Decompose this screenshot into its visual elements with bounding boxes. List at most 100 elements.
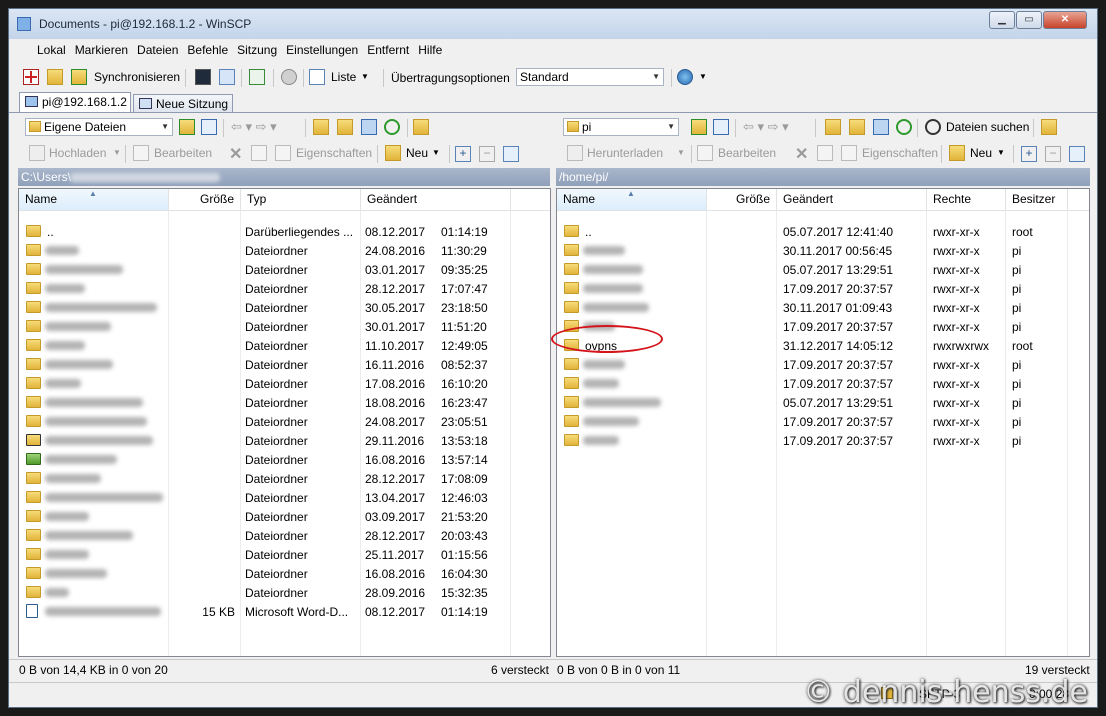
home-icon[interactable]: [873, 119, 889, 135]
select-all-icon[interactable]: +: [1021, 146, 1037, 162]
table-row[interactable]: Dateiordner 16.08.2016 13:57:14: [19, 450, 550, 469]
right-col-rights[interactable]: Rechte: [927, 189, 1006, 211]
table-row[interactable]: Dateiordner 13.04.2017 12:46:03: [19, 488, 550, 507]
table-row[interactable]: 17.09.2017 20:37:57 rwxr-xr-x pi: [557, 412, 1089, 431]
menu-dateien[interactable]: Dateien: [137, 43, 178, 57]
download-icon[interactable]: [567, 145, 583, 161]
parent-directory-icon[interactable]: [825, 119, 841, 135]
table-row[interactable]: 17.09.2017 20:37:57 rwxr-xr-x pi: [557, 374, 1089, 393]
menu-lokal[interactable]: Lokal: [37, 43, 66, 57]
chevron-down-icon[interactable]: ▼: [432, 148, 440, 157]
table-row[interactable]: Dateiordner 16.08.2016 16:04:30: [19, 564, 550, 583]
filter-select-icon[interactable]: [503, 146, 519, 162]
synchronize-browsing-icon[interactable]: [47, 69, 63, 85]
open-directory-icon[interactable]: [179, 119, 195, 135]
menu-hilfe[interactable]: Hilfe: [418, 43, 442, 57]
table-row[interactable]: Dateiordner 28.12.2017 20:03:43: [19, 526, 550, 545]
new-button[interactable]: Neu: [970, 146, 992, 160]
table-row[interactable]: 17.09.2017 20:37:57 rwxr-xr-x pi: [557, 355, 1089, 374]
unselect-icon[interactable]: −: [1045, 146, 1061, 162]
table-row[interactable]: Dateiordner 03.01.2017 09:35:25: [19, 260, 550, 279]
terminal-icon[interactable]: [195, 69, 211, 85]
tree-icon[interactable]: [413, 119, 429, 135]
properties-button[interactable]: Eigenschaften: [296, 146, 372, 160]
table-row[interactable]: 05.07.2017 13:29:51 rwxr-xr-x pi: [557, 260, 1089, 279]
table-row[interactable]: 15 KB Microsoft Word-D... 08.12.2017 01:14:…: [19, 602, 550, 621]
list-view-icon[interactable]: [309, 69, 325, 85]
new-folder-icon[interactable]: [949, 145, 965, 161]
rename-icon[interactable]: [251, 145, 267, 161]
globe-icon[interactable]: [677, 69, 693, 85]
compare-directories-icon[interactable]: [23, 69, 39, 85]
rename-icon[interactable]: [817, 145, 833, 161]
filter-icon[interactable]: [713, 119, 729, 135]
properties-icon[interactable]: [841, 145, 857, 161]
left-path-bar[interactable]: C:\Users\: [18, 168, 550, 186]
table-row[interactable]: Dateiordner 16.11.2016 08:52:37: [19, 355, 550, 374]
refresh-icon[interactable]: [384, 119, 400, 135]
filter-select-icon[interactable]: [1069, 146, 1085, 162]
select-all-icon[interactable]: +: [455, 146, 471, 162]
back-arrow-icon[interactable]: ⇦ ▾ ⇨ ▾: [743, 119, 789, 135]
left-location-select[interactable]: Eigene Dateien ▼: [25, 118, 173, 136]
preferences-gear-icon[interactable]: [281, 69, 297, 85]
synchronize-button[interactable]: Synchronisieren: [94, 70, 180, 84]
find-files-icon[interactable]: [925, 119, 941, 135]
table-row[interactable]: Dateiordner 24.08.2016 11:30:29: [19, 241, 550, 260]
properties-icon[interactable]: [275, 145, 291, 161]
left-col-changed[interactable]: Geändert: [361, 189, 511, 211]
right-path-bar[interactable]: /home/pi/: [556, 168, 1090, 186]
putty-icon[interactable]: [219, 69, 235, 85]
queue-icon[interactable]: [249, 69, 265, 85]
right-col-name[interactable]: Name ▲: [557, 189, 707, 211]
new-button[interactable]: Neu: [406, 146, 428, 160]
table-row[interactable]: Dateiordner 29.11.2016 13:53:18: [19, 431, 550, 450]
chevron-down-icon[interactable]: ▼: [699, 72, 707, 81]
table-row[interactable]: 30.11.2017 01:09:43 rwxr-xr-x pi: [557, 298, 1089, 317]
menu-sitzung[interactable]: Sitzung: [237, 43, 277, 57]
find-files-button[interactable]: Dateien suchen: [946, 120, 1029, 134]
filter-icon[interactable]: [201, 119, 217, 135]
refresh-icon[interactable]: [896, 119, 912, 135]
left-col-type[interactable]: Typ: [241, 189, 361, 211]
table-row[interactable]: Dateiordner 18.08.2016 16:23:47: [19, 393, 550, 412]
chevron-down-icon[interactable]: ▼: [677, 148, 685, 157]
left-file-panel[interactable]: Name ▲ Größe Typ Geändert .. Darüberliegen…: [18, 188, 551, 657]
delete-icon[interactable]: ✕: [795, 144, 808, 164]
left-col-name[interactable]: Name ▲: [19, 189, 169, 211]
new-folder-icon[interactable]: [385, 145, 401, 161]
table-row[interactable]: 05.07.2017 13:29:51 rwxr-xr-x pi: [557, 393, 1089, 412]
table-row[interactable]: Dateiordner 25.11.2017 01:15:56: [19, 545, 550, 564]
tab-session[interactable]: pi@192.168.1.2: [19, 92, 131, 112]
table-row[interactable]: 17.09.2017 20:37:57 rwxr-xr-x pi: [557, 279, 1089, 298]
chevron-down-icon[interactable]: ▼: [113, 148, 121, 157]
tab-new-session[interactable]: Neue Sitzung: [133, 94, 233, 112]
properties-button[interactable]: Eigenschaften: [862, 146, 938, 160]
right-col-size[interactable]: Größe: [707, 189, 777, 211]
edit-button[interactable]: Bearbeiten: [718, 146, 776, 160]
title-bar[interactable]: Documents - pi@192.168.1.2 - WinSCP ▁ ▭ …: [9, 9, 1097, 39]
table-row[interactable]: 17.09.2017 20:37:57 rwxr-xr-x pi: [557, 431, 1089, 450]
parent-directory-icon[interactable]: [313, 119, 329, 135]
menu-befehle[interactable]: Befehle: [187, 43, 228, 57]
minimize-button[interactable]: ▁: [989, 11, 1015, 29]
edit-icon[interactable]: [133, 145, 149, 161]
table-row[interactable]: Dateiordner 30.01.2017 11:51:20: [19, 317, 550, 336]
chevron-down-icon[interactable]: ▼: [361, 72, 369, 81]
right-col-changed[interactable]: Geändert: [777, 189, 927, 211]
left-col-size[interactable]: Größe: [169, 189, 241, 211]
right-file-panel[interactable]: Name ▲ Größe Geändert Rechte Besitzer .. 0…: [556, 188, 1090, 657]
maximize-button[interactable]: ▭: [1016, 11, 1042, 29]
edit-button[interactable]: Bearbeiten: [154, 146, 212, 160]
table-row[interactable]: Dateiordner 28.09.2016 15:32:35: [19, 583, 550, 602]
synchronize-icon[interactable]: [71, 69, 87, 85]
right-location-select[interactable]: pi ▼: [563, 118, 679, 136]
chevron-down-icon[interactable]: ▼: [997, 148, 1005, 157]
right-col-owner[interactable]: Besitzer: [1006, 189, 1068, 211]
list-view-button[interactable]: Liste: [331, 70, 356, 84]
delete-icon[interactable]: ✕: [229, 144, 242, 164]
table-row[interactable]: Dateiordner 30.05.2017 23:18:50: [19, 298, 550, 317]
menu-markieren[interactable]: Markieren: [75, 43, 128, 57]
close-button[interactable]: ✕: [1043, 11, 1087, 29]
home-icon[interactable]: [361, 119, 377, 135]
